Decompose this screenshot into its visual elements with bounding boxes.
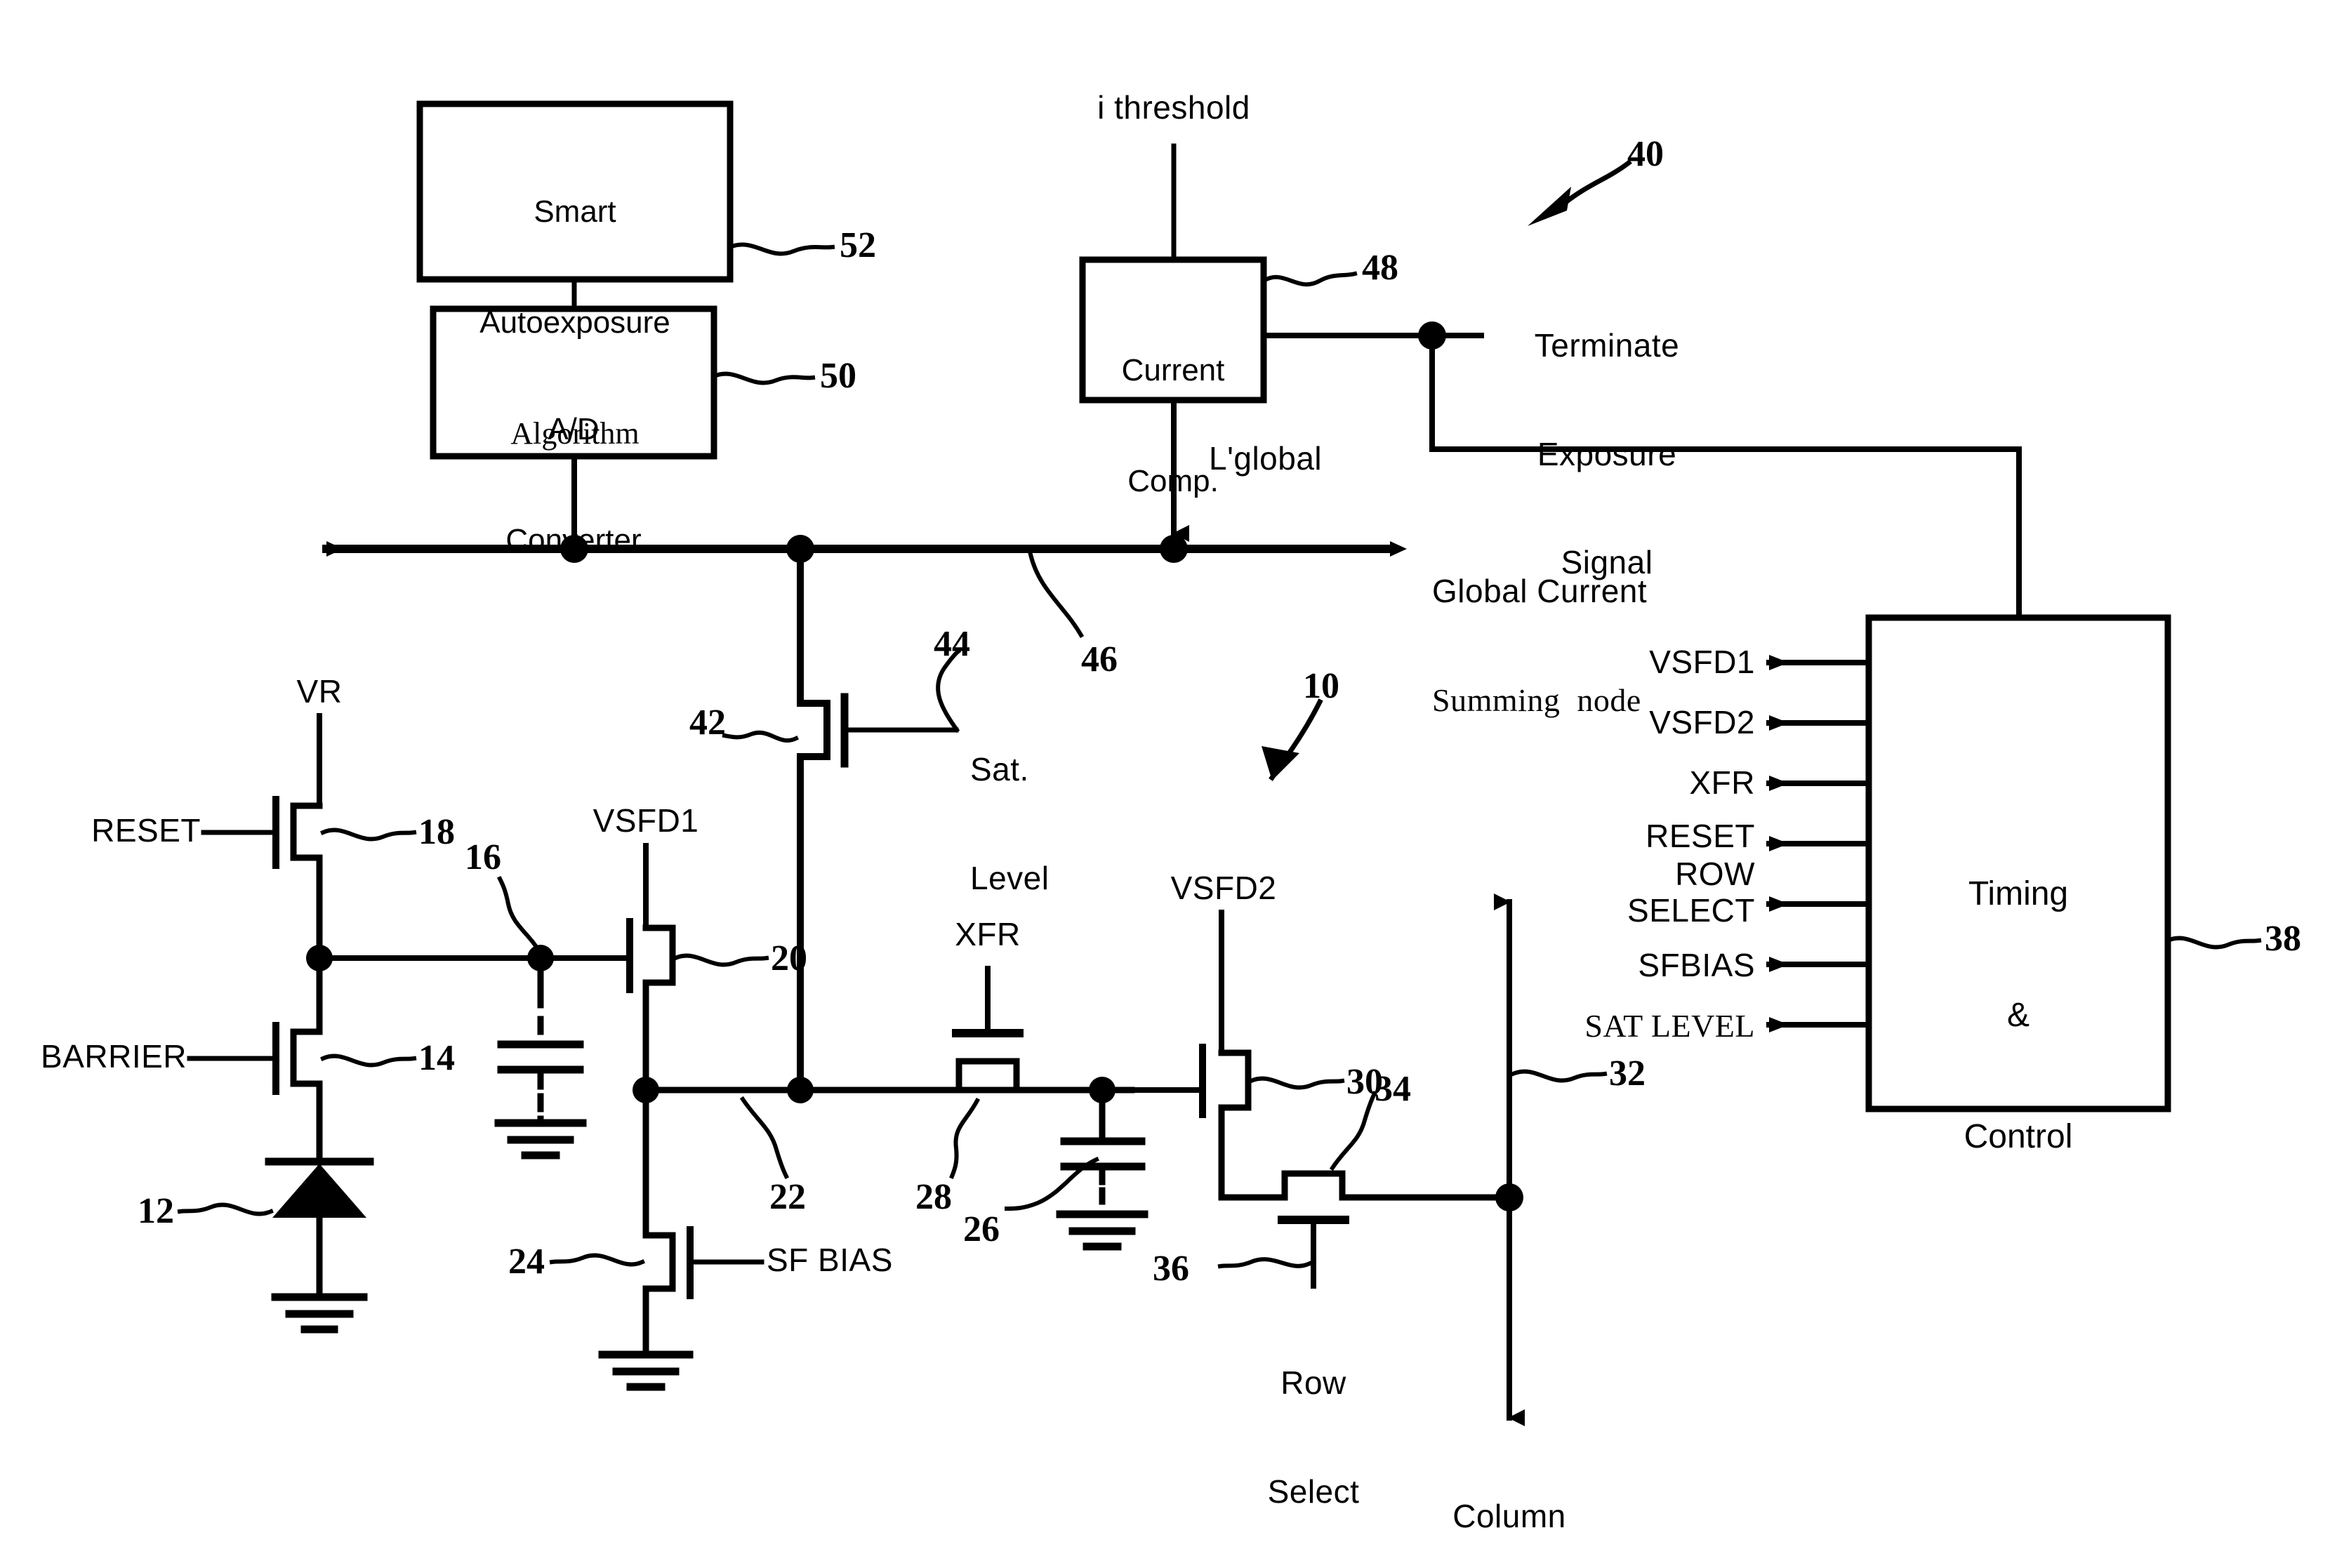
vr-label: VR — [296, 673, 343, 710]
ref-16: 16 — [465, 837, 501, 877]
signal-label-sfbias: SFBIAS — [1638, 947, 1755, 983]
sf-bias-label: SF BIAS — [767, 1242, 893, 1278]
l-global-label: L'global — [1209, 440, 1323, 477]
signal-label-row: ROW — [1675, 856, 1755, 892]
signal-label-vsfd1: VSFD1 — [1649, 644, 1755, 680]
ref-26: 26 — [963, 1209, 1000, 1249]
signal-label-select: SELECT — [1627, 892, 1755, 929]
current-comp-line-1: Current — [1121, 352, 1225, 387]
ref-20: 20 — [771, 938, 807, 978]
smart-autoexposure-line-2: Autoexposure — [479, 305, 670, 340]
i-threshold-label: i threshold — [1097, 89, 1250, 126]
ref-22: 22 — [769, 1177, 806, 1217]
xfr-gate-label: XFR — [955, 916, 1021, 952]
ad-converter-line-1: A/D — [548, 411, 600, 446]
figure-canvas: Smart Autoexposure Algorithm 52 A/D Conv… — [0, 0, 2337, 1568]
terminate-line-2: Exposure — [1537, 435, 1677, 472]
vsfd1-supply-label: VSFD1 — [592, 802, 699, 839]
timing-control-label: Timing & Control — [1870, 793, 2166, 1238]
ref-18: 18 — [418, 812, 455, 852]
ref-46: 46 — [1081, 639, 1118, 679]
terminate-line-1: Terminate — [1534, 327, 1680, 364]
sat-level-line-1: Sat. — [970, 751, 1029, 788]
ref-24: 24 — [508, 1242, 545, 1282]
barrier-gate-label: BARRIER — [41, 1038, 187, 1075]
row-select-line-1: Row — [1280, 1364, 1346, 1402]
ref-12: 12 — [138, 1191, 174, 1231]
ad-converter-line-2: Converter — [505, 522, 642, 557]
ref-14: 14 — [418, 1038, 455, 1078]
column-output-line-1: Column — [1452, 1498, 1566, 1535]
row-select-label: Row Select — [1226, 1293, 1401, 1568]
signal-label-reset: RESET — [1646, 818, 1755, 854]
ref-28: 28 — [915, 1177, 952, 1217]
ref-36: 36 — [1153, 1249, 1189, 1289]
column-output-label: Column Output — [1422, 1426, 1597, 1568]
signal-label-xfr: XFR — [1689, 764, 1755, 801]
ref-40: 40 — [1627, 134, 1664, 174]
sat-level-line-2: Level — [970, 859, 1050, 896]
ref-50: 50 — [820, 356, 856, 396]
reset-gate-label: RESET — [91, 812, 201, 849]
ref-34: 34 — [1375, 1069, 1411, 1109]
ref-42: 42 — [689, 703, 726, 743]
signal-label-sat-level: SAT LEVEL — [1584, 1008, 1755, 1044]
ref-10: 10 — [1303, 666, 1339, 706]
global-summing-line-1: Global Current — [1432, 573, 1648, 610]
ref-52: 52 — [840, 225, 876, 265]
ad-converter-label: A/D Converter — [435, 337, 713, 633]
ref-32: 32 — [1609, 1054, 1646, 1094]
timing-control-line-1: Timing — [1968, 875, 2069, 913]
timing-control-line-3: Control — [1964, 1117, 2073, 1155]
ref-44: 44 — [934, 624, 970, 664]
timing-control-line-2: & — [2006, 996, 2030, 1034]
current-comp-label: Current Comp. — [1084, 278, 1262, 574]
smart-autoexposure-line-1: Smart — [534, 194, 616, 229]
row-select-line-2: Select — [1267, 1473, 1360, 1510]
ref-48: 48 — [1362, 248, 1398, 288]
signal-label-vsfd2: VSFD2 — [1649, 704, 1755, 740]
vsfd2-supply-label: VSFD2 — [1170, 870, 1277, 906]
ref-38: 38 — [2265, 919, 2301, 959]
circuit-schematic — [177, 100, 2262, 1426]
